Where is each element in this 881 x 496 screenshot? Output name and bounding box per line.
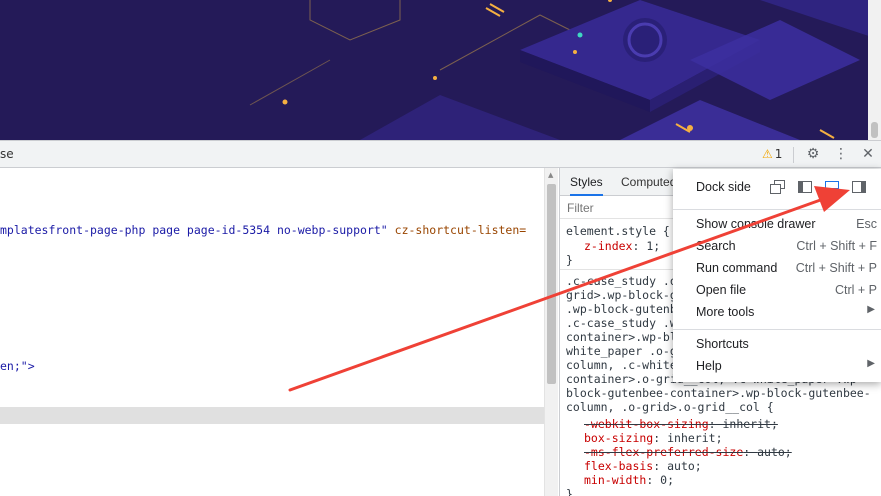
- css-declaration[interactable]: flex-basis: auto;: [584, 459, 702, 473]
- menu-item-open-file[interactable]: Open file Ctrl + P: [673, 280, 881, 302]
- elements-panel: mplatesfront-page-php page page-id-5354 …: [0, 168, 544, 496]
- close-icon[interactable]: ✕: [859, 145, 877, 163]
- menu-item-more-tools[interactable]: More tools ▶: [673, 302, 881, 324]
- isometric-illustration: [0, 0, 881, 140]
- menu-item-run-command[interactable]: Run command Ctrl + Shift + P: [673, 258, 881, 280]
- menu-item-label: Search: [696, 239, 736, 253]
- menu-item-shortcut: Ctrl + Shift + F: [796, 239, 877, 253]
- css-value: 1;: [646, 239, 661, 253]
- rule-selector-line: .c-case_study .o: [566, 274, 677, 288]
- menu-item-label: Show console drawer: [696, 217, 816, 231]
- css-declaration[interactable]: min-width: 0;: [584, 473, 674, 487]
- rule-selector-line: .c-case_study .w: [566, 316, 677, 330]
- css-value: inherit;: [722, 417, 778, 431]
- rule-selector-line: block-gutenbee-container>.wp-block-guten…: [566, 386, 871, 400]
- css-prop: z-index: [584, 239, 633, 253]
- element-style-decl[interactable]: z-index: 1;: [584, 239, 660, 253]
- css-declaration[interactable]: -ms-flex-preferred-size: auto;: [584, 445, 792, 459]
- element-style-selector: element.style {: [566, 224, 670, 238]
- menu-item-label: Run command: [696, 261, 778, 275]
- menu-item-shortcut: Ctrl + P: [834, 283, 877, 297]
- menu-divider: [673, 209, 881, 210]
- dom-line-value: mplatesfront-page-php page page-id-5354 …: [0, 223, 388, 237]
- menu-item-shortcut: Esc: [856, 217, 877, 231]
- gear-icon[interactable]: ⚙: [804, 145, 822, 163]
- css-prop: min-width: [584, 473, 647, 487]
- css-prop: box-sizing: [584, 431, 654, 445]
- css-declaration[interactable]: -webkit-box-sizing: inherit;: [584, 417, 778, 431]
- tab-styles[interactable]: Styles: [570, 175, 603, 196]
- rule-selector-line: column, .o-grid>.o-grid__col {: [566, 400, 774, 414]
- rule-selector-line: column, .c-white: [566, 358, 677, 372]
- menu-item-shortcuts[interactable]: Shortcuts: [673, 334, 881, 356]
- menu-item-show-console-drawer[interactable]: Show console drawer Esc: [673, 214, 881, 236]
- dom-line-attr: cz-shortcut-listen=: [387, 223, 527, 237]
- rule-selector-line: container>.wp-blo: [566, 330, 684, 344]
- css-value: 0;: [660, 473, 675, 487]
- dom-line-body[interactable]: mplatesfront-page-php page page-id-5354 …: [0, 223, 526, 237]
- menu-item-help[interactable]: Help ▶: [673, 356, 881, 378]
- rule-selector-line: .wp-block-gutenbe: [566, 302, 684, 316]
- filter-input[interactable]: [567, 201, 687, 215]
- tab-computed[interactable]: Computed: [621, 175, 676, 189]
- dock-left-icon[interactable]: [797, 180, 813, 194]
- toolbar-divider: [793, 147, 794, 163]
- element-style-close: }: [566, 253, 573, 267]
- page-hero-illustration: [0, 0, 881, 140]
- customize-devtools-menu: Dock side Show console drawer Esc Search…: [673, 169, 881, 382]
- menu-item-label: Open file: [696, 283, 747, 297]
- menu-item-label: More tools: [696, 305, 755, 319]
- tab-partial-label[interactable]: se: [0, 147, 14, 161]
- menu-item-label: Help: [696, 359, 722, 373]
- warnings-counter[interactable]: ⚠ 1: [762, 147, 782, 161]
- css-prop: flex-basis: [584, 459, 654, 473]
- warning-triangle-icon: ⚠: [762, 147, 773, 161]
- rule-close: }: [566, 487, 573, 496]
- vertical-dots-icon[interactable]: ⋮: [832, 145, 850, 163]
- selected-node-row[interactable]: [0, 407, 544, 424]
- dock-side-label: Dock side: [696, 180, 751, 194]
- submenu-arrow-icon: ▶: [867, 358, 875, 369]
- dom-line-style-end[interactable]: en;">: [0, 359, 35, 373]
- undock-icon[interactable]: [770, 180, 786, 194]
- menu-divider: [673, 329, 881, 330]
- css-value: inherit;: [667, 431, 723, 445]
- scrollbar-thumb[interactable]: [547, 184, 556, 384]
- elements-scrollbar[interactable]: ▲: [544, 168, 558, 496]
- menu-item-label: Shortcuts: [696, 337, 749, 351]
- css-prop: -ms-flex-preferred-size: [584, 445, 744, 459]
- rule-selector-line: grid>.wp-block-gu: [566, 288, 684, 302]
- css-value: auto;: [667, 459, 702, 473]
- css-declaration[interactable]: box-sizing: inherit;: [584, 431, 723, 445]
- css-prop: -webkit-box-sizing: [584, 417, 709, 431]
- page-scrollbar[interactable]: [868, 0, 881, 140]
- scroll-up-icon[interactable]: ▲: [548, 171, 553, 179]
- dock-right-icon[interactable]: [851, 180, 867, 194]
- dom-line-text: en;">: [0, 359, 35, 373]
- menu-item-search[interactable]: Search Ctrl + Shift + F: [673, 236, 881, 258]
- dock-bottom-icon[interactable]: [824, 180, 840, 194]
- devtools-toolbar: se ⚠ 1 ⚙ ⋮ ✕: [0, 140, 881, 168]
- menu-item-shortcut: Ctrl + Shift + P: [795, 261, 877, 275]
- submenu-arrow-icon: ▶: [867, 304, 875, 315]
- warning-count: 1: [774, 147, 783, 161]
- rule-selector-line: white_paper .o-g: [566, 344, 677, 358]
- css-value: auto;: [757, 445, 792, 459]
